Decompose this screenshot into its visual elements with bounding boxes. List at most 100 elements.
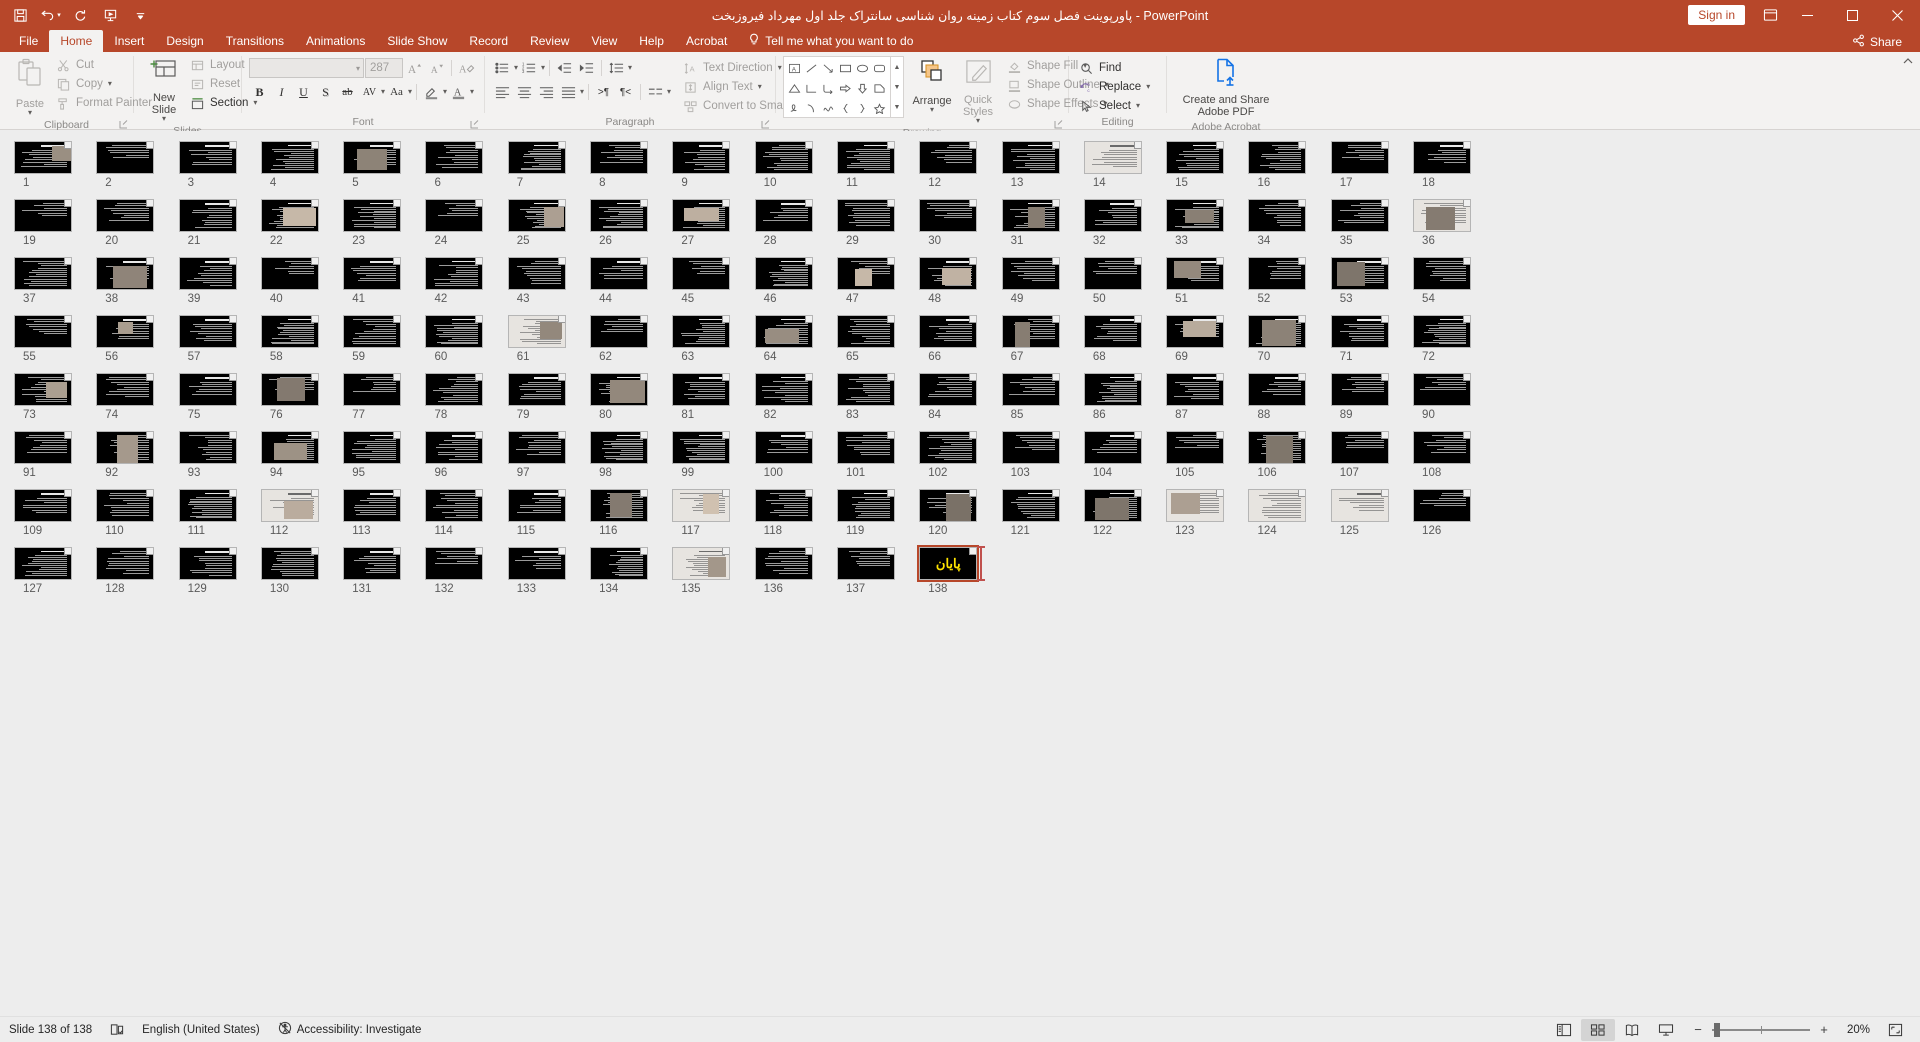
- slide-thumbnail-26[interactable]: [590, 199, 649, 232]
- copy-caret-icon[interactable]: ▾: [108, 80, 112, 88]
- shape-oval-icon[interactable]: [854, 58, 871, 78]
- slide-thumbnail-cell[interactable]: 22: [260, 199, 343, 247]
- slide-thumbnail-138[interactable]: پایان: [917, 545, 980, 582]
- slide-thumbnail-129[interactable]: [178, 547, 237, 580]
- slide-thumbnail-104[interactable]: [1083, 431, 1142, 464]
- shape-curve-icon[interactable]: [820, 98, 837, 118]
- slide-thumbnail-82[interactable]: [754, 373, 813, 406]
- slide-thumbnail-cell[interactable]: 21: [178, 199, 261, 247]
- replace-caret-icon[interactable]: ▾: [1146, 83, 1150, 91]
- shapes-scroll-down-icon[interactable]: ▼: [891, 77, 903, 97]
- accessibility-indicator[interactable]: Accessibility: Investigate: [269, 1017, 431, 1042]
- slide-thumbnail-cell[interactable]: 23: [343, 199, 425, 247]
- font-dialog-launcher[interactable]: [469, 117, 480, 129]
- slide-thumbnail-cell[interactable]: 113: [343, 489, 425, 537]
- slide-thumbnail-13[interactable]: [1001, 141, 1060, 174]
- align-center-button[interactable]: [514, 82, 535, 102]
- slide-thumbnail-7[interactable]: [507, 141, 566, 174]
- slide-thumbnail-cell[interactable]: 68: [1083, 315, 1166, 363]
- slide-thumbnail-118[interactable]: [754, 489, 813, 522]
- slide-thumbnail-22[interactable]: [260, 199, 319, 232]
- slide-thumbnail-98[interactable]: [590, 431, 649, 464]
- slide-thumbnail-127[interactable]: [14, 547, 72, 580]
- slide-thumbnail-30[interactable]: [919, 199, 978, 232]
- zoom-out-button[interactable]: −: [1691, 1022, 1705, 1037]
- slide-thumbnail-53[interactable]: [1330, 257, 1389, 290]
- slide-thumbnail-cell[interactable]: 10: [754, 141, 837, 189]
- slide-thumbnail-cell[interactable]: 60: [425, 315, 507, 363]
- slide-thumbnail-cell[interactable]: 131: [343, 547, 425, 595]
- slide-thumbnail-41[interactable]: [343, 257, 402, 290]
- slide-thumbnail-cell[interactable]: 3: [178, 141, 261, 189]
- slide-thumbnail-67[interactable]: [1001, 315, 1060, 348]
- start-presentation-icon[interactable]: [96, 2, 124, 28]
- font-size-input[interactable]: 287: [365, 58, 403, 78]
- slide-thumbnail-cell[interactable]: 52: [1248, 257, 1330, 305]
- slide-thumbnail-cell[interactable]: 39: [178, 257, 261, 305]
- slide-thumbnail-cell[interactable]: 105: [1166, 431, 1248, 479]
- slide-thumbnail-cell[interactable]: 126: [1413, 489, 1495, 537]
- slide-thumbnail-2[interactable]: [96, 141, 155, 174]
- underline-button[interactable]: U: [293, 82, 314, 102]
- slide-thumbnail-117[interactable]: [672, 489, 731, 522]
- slide-thumbnail-cell[interactable]: 13: [1001, 141, 1084, 189]
- paragraph-dialog-launcher[interactable]: [760, 117, 771, 129]
- slide-thumbnail-36[interactable]: [1413, 199, 1472, 232]
- slide-thumbnail-58[interactable]: [260, 315, 319, 348]
- paste-caret-icon[interactable]: ▾: [28, 109, 32, 117]
- tab-help[interactable]: Help: [628, 30, 675, 52]
- slide-thumbnail-63[interactable]: [672, 315, 731, 348]
- slide-thumbnail-cell[interactable]: 26: [590, 199, 672, 247]
- slide-thumbnail-101[interactable]: [836, 431, 895, 464]
- slide-thumbnail-3[interactable]: [178, 141, 237, 174]
- shape-elbow-arrow-icon[interactable]: [820, 78, 837, 98]
- slide-thumbnail-cell[interactable]: 81: [672, 373, 754, 421]
- slide-thumbnail-31[interactable]: [1001, 199, 1060, 232]
- shape-left-brace-icon[interactable]: [837, 98, 854, 118]
- slide-thumbnail-cell[interactable]: 90: [1413, 373, 1495, 421]
- slide-thumbnail-9[interactable]: [672, 141, 731, 174]
- slide-sorter-view-button[interactable]: [1581, 1018, 1615, 1041]
- minimize-button[interactable]: [1785, 0, 1830, 30]
- decrease-indent-button[interactable]: [554, 58, 575, 78]
- slide-thumbnail-33[interactable]: [1166, 199, 1225, 232]
- slide-thumbnail-56[interactable]: [96, 315, 155, 348]
- slide-thumbnail-cell[interactable]: 85: [1001, 373, 1084, 421]
- slide-thumbnail-25[interactable]: [507, 199, 566, 232]
- line-spacing-button[interactable]: [606, 58, 627, 78]
- slide-thumbnail-87[interactable]: [1166, 373, 1225, 406]
- slide-thumbnail-77[interactable]: [343, 373, 402, 406]
- slide-thumbnail-74[interactable]: [96, 373, 155, 406]
- rtl-text-direction-button[interactable]: ¶<: [615, 82, 636, 102]
- slide-thumbnail-cell[interactable]: 11: [836, 141, 919, 189]
- tab-view[interactable]: View: [580, 30, 628, 52]
- slide-thumbnail-cell[interactable]: 47: [836, 257, 919, 305]
- ltr-text-direction-button[interactable]: >¶: [593, 82, 614, 102]
- slide-thumbnail-91[interactable]: [14, 431, 72, 464]
- slide-thumbnail-21[interactable]: [178, 199, 237, 232]
- slide-thumbnail-128[interactable]: [96, 547, 155, 580]
- slide-thumbnail-130[interactable]: [260, 547, 319, 580]
- slide-thumbnail-38[interactable]: [96, 257, 155, 290]
- slide-thumbnail-cell[interactable]: پایان 138: [917, 545, 1001, 595]
- slide-thumbnail-8[interactable]: [590, 141, 649, 174]
- shape-line-icon[interactable]: [803, 58, 820, 78]
- slide-thumbnail-14[interactable]: [1083, 141, 1142, 174]
- slide-thumbnail-cell[interactable]: 98: [590, 431, 672, 479]
- slide-thumbnail-cell[interactable]: 40: [260, 257, 343, 305]
- slide-thumbnail-cell[interactable]: 53: [1330, 257, 1413, 305]
- slide-thumbnail-cell[interactable]: 58: [260, 315, 343, 363]
- slide-thumbnail-100[interactable]: [754, 431, 813, 464]
- slide-thumbnail-cell[interactable]: 36: [1413, 199, 1495, 247]
- text-highlight-color-button[interactable]: [421, 82, 442, 102]
- font-color-button[interactable]: A: [448, 82, 469, 102]
- slide-thumbnail-51[interactable]: [1166, 257, 1225, 290]
- shapes-gallery[interactable]: A ▲ ▼ ▼: [783, 56, 904, 118]
- slide-sorter-pane[interactable]: 1 2 3 4 5 6 7 8 9 10 11 12 13 14 15 16 17 18 19 20 21 22 23 24 2…: [0, 131, 1920, 1016]
- slide-thumbnail-cell[interactable]: 87: [1166, 373, 1248, 421]
- text-shadow-button[interactable]: S: [315, 82, 336, 102]
- slide-thumbnail-120[interactable]: [919, 489, 978, 522]
- slide-thumbnail-cell[interactable]: 102: [919, 431, 1001, 479]
- shapes-gallery-scroll[interactable]: ▲ ▼ ▼: [890, 57, 903, 117]
- slide-thumbnail-40[interactable]: [260, 257, 319, 290]
